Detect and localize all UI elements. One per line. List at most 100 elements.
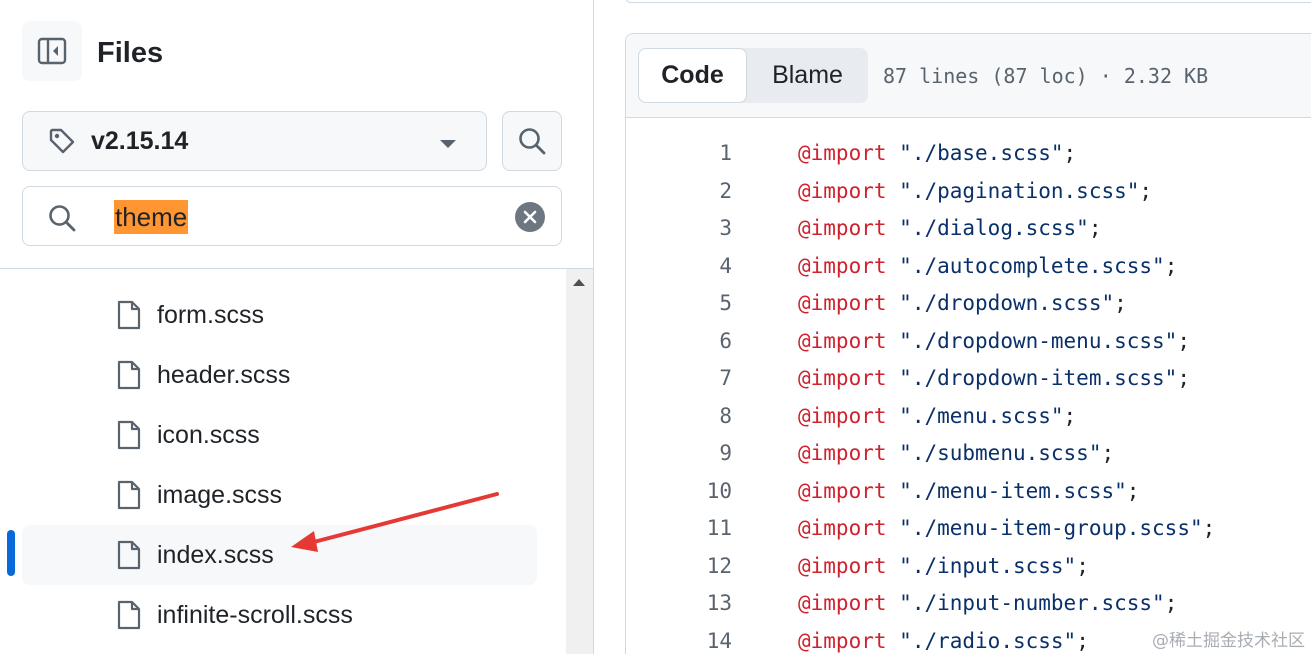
sidebar-collapse-icon — [37, 37, 67, 65]
code-line: 11 @import "./menu-item-group.scss"; — [626, 510, 1311, 547]
line-number[interactable]: 14 — [626, 623, 732, 654]
filter-value: theme — [114, 200, 189, 234]
file-name: form.scss — [157, 301, 264, 329]
code-text: @import "./dropdown.scss"; — [798, 291, 1127, 315]
line-number[interactable]: 3 — [626, 210, 732, 247]
line-number[interactable]: 1 — [626, 135, 732, 172]
string: "./dialog.scss" — [899, 216, 1089, 240]
code-line: 2 @import "./pagination.scss"; — [626, 173, 1311, 210]
string: "./base.scss" — [899, 141, 1064, 165]
file-icon — [117, 300, 141, 330]
file-icon — [117, 600, 141, 630]
code-text: @import "./menu-item.scss"; — [798, 478, 1140, 503]
selected-indicator — [7, 530, 15, 576]
keyword: @import — [798, 366, 887, 390]
line-number[interactable]: 7 — [626, 360, 732, 397]
string: "./autocomplete.scss" — [899, 253, 1165, 278]
scroll-up-icon[interactable] — [573, 279, 585, 286]
file-item[interactable]: image.scss — [22, 465, 537, 525]
line-number[interactable]: 2 — [626, 173, 732, 210]
file-meta: 87 lines (87 loc) · 2.32 KB — [883, 64, 1209, 88]
code-text: @import "./pagination.scss"; — [798, 178, 1153, 203]
line-number[interactable]: 13 — [626, 585, 732, 622]
code-line: 7 @import "./dropdown-item.scss"; — [626, 360, 1311, 397]
code-text: @import "./base.scss"; — [798, 141, 1077, 165]
keyword: @import — [798, 478, 887, 503]
keyword: @import — [798, 216, 887, 240]
file-item[interactable]: form.scss — [22, 285, 537, 345]
file-icon — [117, 480, 141, 510]
file-icon — [117, 540, 141, 570]
scrollbar[interactable] — [566, 269, 593, 654]
file-item[interactable]: infinite-scroll.scss — [22, 585, 537, 645]
string: "./radio.scss" — [899, 628, 1077, 653]
chevron-down-icon — [440, 140, 456, 148]
code-text: @import "./input.scss"; — [798, 553, 1089, 578]
code-header: Code Blame 87 lines (87 loc) · 2.32 KB — [626, 34, 1311, 118]
code-text: @import "./dropdown-item.scss"; — [798, 366, 1190, 390]
code-text: @import "./dropdown-menu.scss"; — [798, 328, 1190, 353]
keyword: @import — [798, 141, 887, 165]
tag-icon — [47, 126, 77, 156]
line-number[interactable]: 5 — [626, 285, 732, 322]
file-item[interactable]: icon.scss — [22, 405, 537, 465]
file-name: icon.scss — [157, 421, 260, 449]
code-line: 3 @import "./dialog.scss"; — [626, 210, 1311, 247]
file-item[interactable]: header.scss — [22, 345, 537, 405]
string: "./menu-item-group.scss" — [899, 516, 1203, 540]
tab-code[interactable]: Code — [638, 48, 747, 103]
collapse-sidebar-button[interactable] — [22, 21, 82, 81]
file-filter-input[interactable]: theme — [22, 186, 562, 246]
file-name: header.scss — [157, 361, 291, 389]
string: "./pagination.scss" — [899, 178, 1140, 203]
file-name: image.scss — [157, 481, 283, 509]
line-number[interactable]: 4 — [626, 248, 732, 285]
code-line: 1 @import "./base.scss"; — [626, 135, 1311, 172]
code-line: 10 @import "./menu-item.scss"; — [626, 473, 1311, 510]
code-text: @import "./radio.scss"; — [798, 628, 1089, 653]
search-icon — [47, 203, 77, 233]
line-number[interactable]: 9 — [626, 435, 732, 472]
top-border — [625, 0, 1311, 3]
string: "./menu.scss" — [899, 403, 1064, 428]
line-number[interactable]: 6 — [626, 323, 732, 360]
line-number[interactable]: 10 — [626, 473, 732, 510]
search-icon — [519, 128, 546, 155]
branch-selector[interactable]: v2.15.14 — [22, 111, 487, 171]
keyword: @import — [798, 591, 887, 615]
keyword: @import — [798, 553, 887, 578]
tab-blame[interactable]: Blame — [747, 48, 868, 103]
keyword: @import — [798, 253, 887, 278]
code-line: 4 @import "./autocomplete.scss"; — [626, 248, 1311, 285]
line-number[interactable]: 12 — [626, 548, 732, 585]
file-icon — [117, 360, 141, 390]
keyword: @import — [798, 178, 887, 203]
code-text: @import "./input-number.scss"; — [798, 591, 1178, 615]
line-number[interactable]: 11 — [626, 510, 732, 547]
code-text: @import "./dialog.scss"; — [798, 216, 1102, 240]
string: "./dropdown.scss" — [899, 291, 1115, 315]
code-viewer: Code Blame 87 lines (87 loc) · 2.32 KB 1… — [625, 33, 1311, 654]
keyword: @import — [798, 291, 887, 315]
keyword: @import — [798, 403, 887, 428]
string: "./submenu.scss" — [899, 441, 1102, 465]
keyword: @import — [798, 441, 887, 465]
file-list: form.scss header.scss icon.scss image.scss i… — [0, 269, 566, 654]
code-line: 9 @import "./submenu.scss"; — [626, 435, 1311, 472]
file-icon — [117, 420, 141, 450]
keyword: @import — [798, 328, 887, 353]
files-title: Files — [97, 37, 164, 69]
clear-filter-button[interactable] — [515, 202, 545, 232]
file-name: index.scss — [157, 541, 274, 569]
close-icon — [523, 210, 537, 224]
line-number[interactable]: 8 — [626, 398, 732, 435]
search-button[interactable] — [502, 111, 562, 171]
file-tree-panel: Files v2.15.14 theme form.scss header.sc… — [0, 0, 594, 654]
code-text: @import "./autocomplete.scss"; — [798, 253, 1178, 278]
keyword: @import — [798, 516, 887, 540]
code-text: @import "./menu.scss"; — [798, 403, 1077, 428]
view-toggle: Code Blame — [638, 48, 868, 103]
code-line: 12 @import "./input.scss"; — [626, 548, 1311, 585]
branch-label: v2.15.14 — [91, 126, 189, 155]
file-item[interactable]: index.scss — [22, 525, 537, 585]
